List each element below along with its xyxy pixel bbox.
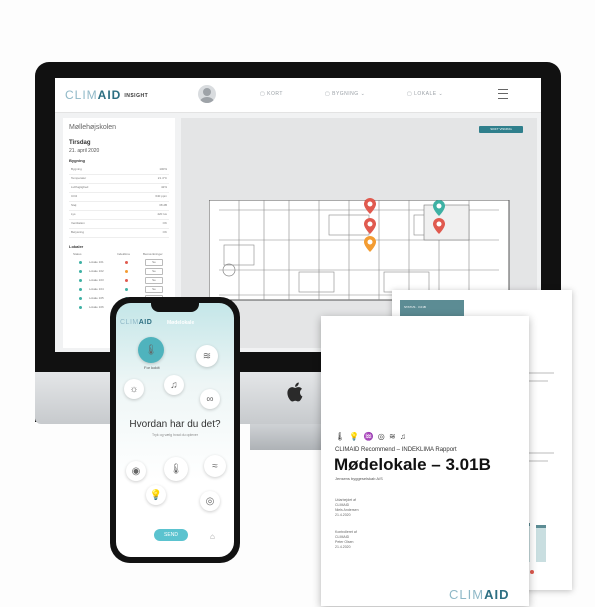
report-subtitle: CLIMAID Recommend – INDEKLIMA Rapport (335, 447, 457, 453)
report-page-front: 🌡 💡 ♒ ◎ ≋ ♫ CLIMAID Recommend – INDEKLIM… (321, 316, 529, 606)
location-button[interactable]: Se (145, 268, 163, 275)
data-row: Støj 38 dB (69, 202, 169, 211)
row-key: Lys (71, 212, 76, 216)
location-button[interactable]: Se (145, 259, 163, 266)
location-label: Lokale 101 (89, 260, 104, 264)
row-key: Temperatur (71, 176, 87, 180)
question-hint: Tryk og vælg hvad du oplever (152, 433, 198, 437)
row-key: Bygning (71, 167, 82, 171)
wind-icon[interactable]: ≈ (204, 455, 226, 477)
row-value: OK (162, 221, 167, 225)
panel-title: Møllehøjskolen (69, 124, 117, 131)
loc-header-status: Status (73, 252, 82, 256)
row-key: Støj (71, 203, 77, 207)
active-option-label: For koldt (144, 365, 160, 370)
eye-icon[interactable]: ◉ (126, 461, 146, 481)
phone-screen: CLIMAID Mødelokale 🌡 For koldt ≋ ☼ ♫ ∞ H… (116, 303, 234, 557)
section-building: Bygning (69, 158, 85, 163)
location-label: Lokale 104 (89, 287, 104, 291)
thermometer-cold-icon[interactable]: 🌡 (138, 337, 164, 363)
row-key: CO2 (71, 194, 78, 198)
report-prepared-by: Udarbejdet af CLIMAID Niels Andersen 21.… (335, 498, 359, 517)
nav-item-bygning[interactable]: ▢ BYGNING ⌄ (325, 91, 365, 97)
avatar[interactable] (198, 85, 216, 103)
location-row[interactable]: Lokale 103 Se (69, 277, 169, 286)
report-checked-by: Kontrolleret af CLIMAID Peter Olsen 21.4… (335, 530, 357, 549)
row-value: OK (162, 230, 167, 234)
data-row: Temperatur 21.4°C (69, 175, 169, 184)
question-heading: Hvordan har du det? (129, 419, 221, 430)
logo-text: CLIM (65, 88, 98, 102)
nav-item-lokale[interactable]: ▢ LOKALE ⌄ (407, 91, 443, 97)
music-icon[interactable]: ♫ (164, 375, 184, 395)
logo-text: CLIM (449, 587, 485, 602)
report-logo: CLIMAID (449, 587, 509, 602)
data-row: Ventilation OK (69, 220, 169, 229)
thermometer-hot-icon[interactable]: 🌡 (164, 457, 188, 481)
phone-location[interactable]: Mødelokale (167, 320, 194, 326)
sun-icon[interactable]: ☼ (124, 379, 144, 399)
map-marker-red-icon[interactable] (362, 196, 378, 266)
section-locations: Lokaler (69, 244, 84, 249)
loc-header-climate: Indeklima (117, 252, 130, 256)
row-value: 100% (159, 167, 167, 171)
map-marker-teal-icon[interactable] (431, 198, 447, 256)
row-value: 21.4°C (157, 176, 167, 180)
send-button[interactable]: SEND (154, 529, 188, 541)
phone-logo: CLIMAID (120, 319, 152, 326)
row-value: 640 ppm (155, 194, 167, 198)
phone-notch (151, 302, 199, 312)
panel-date: 21. april 2020 (69, 148, 100, 154)
smell-icon[interactable]: ∞ (200, 389, 220, 409)
logo-text-bold: AID (138, 319, 153, 326)
row-value: 420 lux (157, 212, 167, 216)
report-client: Jensens byggeselskab A/S (335, 476, 383, 481)
row-key: Belysning (71, 230, 85, 234)
location-row[interactable]: Lokale 102 Se (69, 268, 169, 277)
climaid-logo[interactable]: CLIMAID INSIGHT (65, 88, 148, 102)
location-row[interactable]: Lokale 104 Se (69, 286, 169, 295)
hamburger-menu-icon[interactable] (498, 89, 508, 99)
location-label: Lokale 102 (89, 269, 104, 273)
report-title: Mødelokale – 3.01B (334, 455, 491, 474)
apple-logo-icon (287, 382, 303, 402)
data-row: Belysning OK (69, 229, 169, 238)
location-label: Lokale 106 (89, 305, 104, 309)
row-value: 38 dB (159, 203, 167, 207)
nav-label: KORT (267, 91, 283, 97)
data-row: Bygning 100% (69, 166, 169, 175)
logo-suffix: INSIGHT (124, 92, 149, 99)
location-label: Lokale 103 (89, 278, 104, 282)
app-header: CLIMAID INSIGHT ▢ KORT ▢ BYGNING ⌄ ▢ LOKA… (55, 78, 541, 113)
row-key: Ventilation (71, 221, 85, 225)
switch-view-button[interactable]: SKIFT VISNING (479, 126, 523, 133)
panel-day: Tirsdag (69, 140, 91, 146)
data-row: Lys 420 lux (69, 211, 169, 220)
nav-item-kort[interactable]: ▢ KORT (260, 91, 283, 97)
light-icon[interactable]: 💡 (146, 485, 166, 505)
row-value: 42% (160, 185, 167, 189)
data-row: Luftfugtighed 42% (69, 184, 169, 193)
nav-label: LOKALE (414, 91, 437, 97)
loc-header-notes: Bemærkninger (143, 252, 163, 256)
home-icon[interactable]: ⌂ (210, 532, 215, 541)
location-button[interactable]: Se (145, 286, 163, 293)
data-row: CO2 640 ppm (69, 193, 169, 202)
logo-text: CLIM (120, 319, 139, 326)
logo-text-bold: AID (484, 587, 510, 602)
location-row[interactable]: Lokale 101 Se (69, 259, 169, 268)
climate-icons: 🌡 💡 ♒ ◎ ≋ ♫ (335, 432, 407, 441)
row-key: Luftfugtighed (71, 185, 89, 189)
location-button[interactable]: Se (145, 277, 163, 284)
draft-icon[interactable]: ≋ (196, 345, 218, 367)
location-label: Lokale 105 (89, 296, 104, 300)
logo-text-bold: AID (97, 88, 122, 102)
nav-label: BYGNING (332, 91, 359, 97)
noise-icon[interactable]: ◎ (200, 491, 220, 511)
